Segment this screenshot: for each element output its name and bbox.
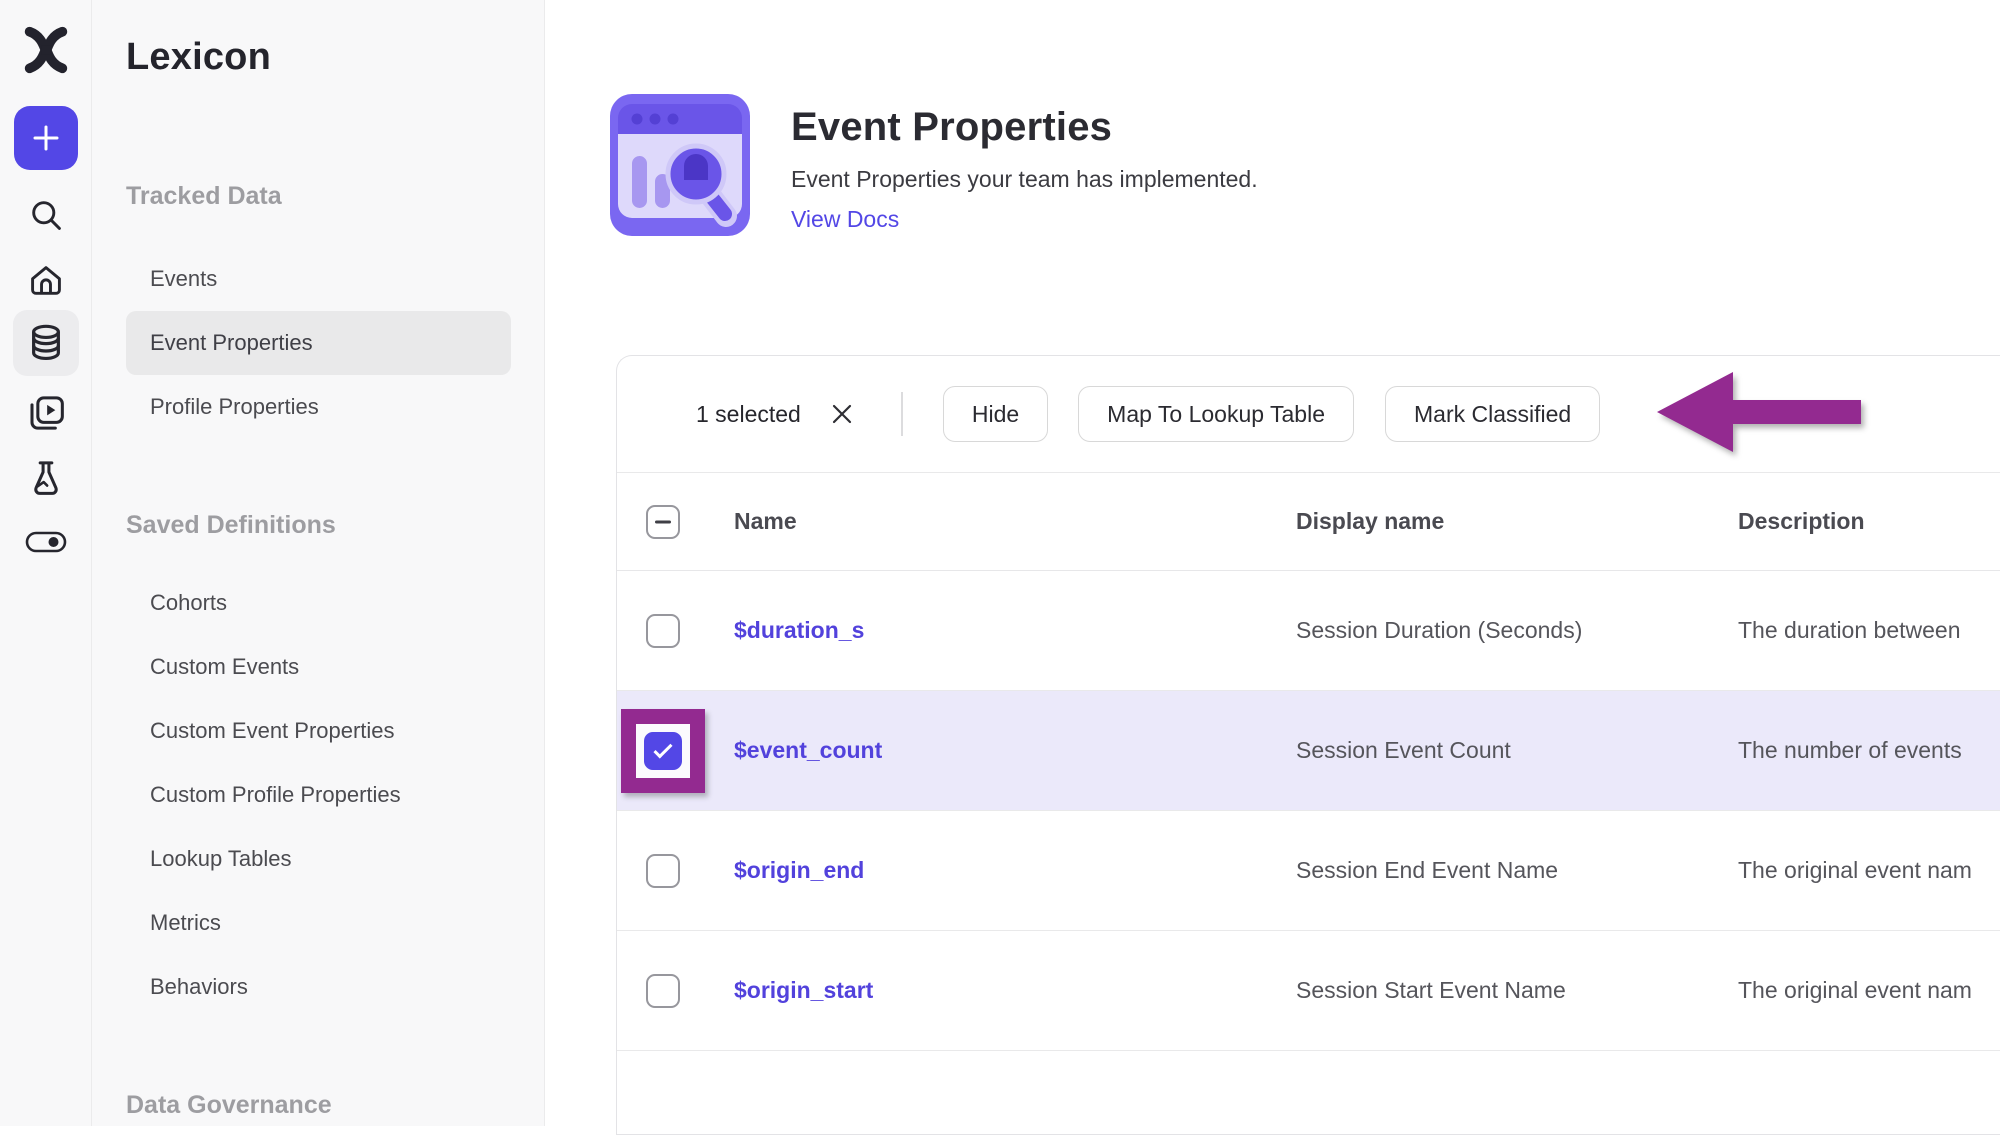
view-docs-link[interactable]: View Docs: [791, 205, 899, 233]
clear-selection-button[interactable]: [827, 399, 857, 429]
property-description: The original event nam: [1738, 857, 2000, 884]
feature-flags-toggle-icon[interactable]: [24, 524, 68, 560]
property-display-name: Session Duration (Seconds): [1296, 617, 1738, 644]
sidebar-item-profile-properties[interactable]: Profile Properties: [126, 375, 511, 439]
experiments-flask-icon[interactable]: [25, 457, 67, 499]
close-icon: [829, 401, 855, 427]
checkbox-highlight-inner: [636, 724, 690, 778]
row-checkbox[interactable]: [646, 614, 680, 648]
mark-classified-button[interactable]: Mark Classified: [1385, 386, 1600, 442]
select-all-checkbox[interactable]: [646, 505, 680, 539]
sidebar-item-custom-event-properties[interactable]: Custom Event Properties: [126, 699, 511, 763]
mixpanel-logo-icon[interactable]: [18, 22, 74, 78]
indeterminate-dash-icon: [655, 520, 671, 523]
table-row-selected[interactable]: $event_count Session Event Count The num…: [617, 691, 2000, 811]
sidebar-item-lookup-tables[interactable]: Lookup Tables: [126, 827, 511, 891]
table-row[interactable]: $origin_end Session End Event Name The o…: [617, 811, 2000, 931]
property-display-name: Session Event Count: [1296, 737, 1738, 764]
section-header-data-governance: Data Governance: [126, 1090, 544, 1120]
icon-rail: [0, 0, 92, 1126]
page-title: Event Properties: [791, 103, 1258, 151]
lexicon-sidebar: Lexicon Tracked Data Events Event Proper…: [92, 0, 545, 1126]
column-header-display-name: Display name: [1296, 508, 1738, 535]
property-display-name: Session End Event Name: [1296, 857, 1738, 884]
section-header-saved-definitions: Saved Definitions: [126, 510, 544, 540]
search-icon[interactable]: [26, 195, 66, 235]
home-icon[interactable]: [26, 261, 66, 301]
check-icon: [653, 740, 672, 759]
section-header-tracked-data: Tracked Data: [126, 181, 544, 211]
property-name-link[interactable]: $origin_start: [734, 977, 873, 1003]
create-new-button[interactable]: [14, 106, 78, 170]
sidebar-title: Lexicon: [126, 36, 544, 79]
page-subtitle: Event Properties your team has implement…: [791, 165, 1258, 193]
row-checkbox[interactable]: [646, 974, 680, 1008]
toolbar-divider: [901, 392, 903, 436]
plus-icon: [29, 121, 63, 155]
sidebar-item-custom-profile-properties[interactable]: Custom Profile Properties: [126, 763, 511, 827]
sidebar-item-cohorts[interactable]: Cohorts: [126, 571, 511, 635]
sidebar-item-event-properties[interactable]: Event Properties: [126, 311, 511, 375]
event-properties-app-icon: [610, 94, 750, 236]
sidebar-item-metrics[interactable]: Metrics: [126, 891, 511, 955]
sidebar-item-custom-events[interactable]: Custom Events: [126, 635, 511, 699]
column-header-description: Description: [1738, 508, 2000, 535]
data-definitions-icon[interactable]: [13, 310, 79, 376]
property-display-name: Session Start Event Name: [1296, 977, 1738, 1004]
property-description: The duration between: [1738, 617, 2000, 644]
event-properties-card: 1 selected Hide Map To Lookup Table Mark…: [616, 355, 2000, 1135]
selected-count: 1 selected: [696, 401, 801, 428]
annotation-arrow-icon: [1655, 370, 1865, 454]
table-header-row: Name Display name Description: [617, 473, 2000, 571]
sidebar-item-behaviors[interactable]: Behaviors: [126, 955, 511, 1019]
sidebar-item-events[interactable]: Events: [126, 247, 511, 311]
table-row[interactable]: $origin_start Session Start Event Name T…: [617, 931, 2000, 1051]
property-name-link[interactable]: $event_count: [734, 737, 882, 763]
table-row[interactable]: $duration_s Session Duration (Seconds) T…: [617, 571, 2000, 691]
row-checkbox-checked[interactable]: [644, 732, 682, 770]
property-name-link[interactable]: $duration_s: [734, 617, 864, 643]
row-checkbox[interactable]: [646, 854, 680, 888]
property-description: The original event nam: [1738, 977, 2000, 1004]
property-name-link[interactable]: $origin_end: [734, 857, 864, 883]
boards-icon[interactable]: [25, 392, 67, 434]
hide-button[interactable]: Hide: [943, 386, 1048, 442]
property-description: The number of events: [1738, 737, 2000, 764]
map-to-lookup-table-button[interactable]: Map To Lookup Table: [1078, 386, 1354, 442]
column-header-name: Name: [734, 508, 1296, 535]
checkbox-highlight-annotation: [621, 709, 705, 793]
